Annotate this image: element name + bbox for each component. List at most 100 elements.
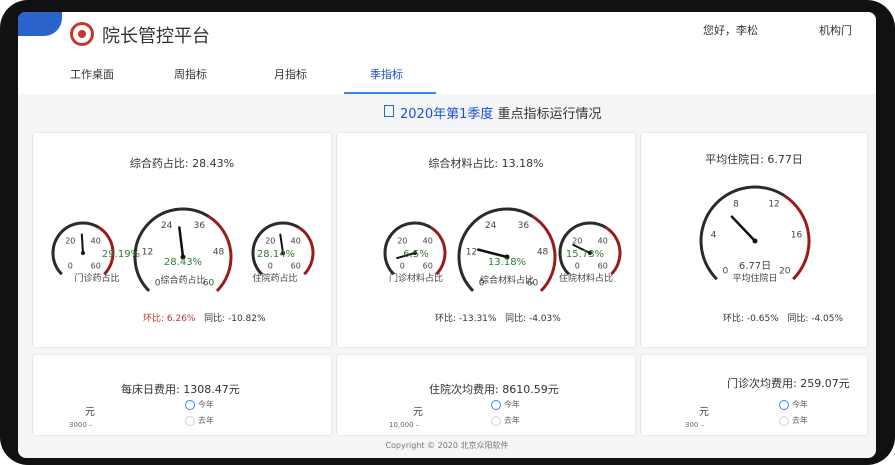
bed-day-cost-axis: 3000 – (69, 421, 93, 429)
material-ratio-card: 综合材料占比: 13.18% 0 20 40 60 0 12 24 36 48 60 0 20 40… (336, 132, 636, 348)
bed-day-legend-last[interactable]: 去年 (185, 415, 214, 426)
legend-marker-last (491, 415, 501, 426)
material-ratio-year: 同比: -4.03% (505, 314, 561, 324)
inpatient-legend-last[interactable]: 去年 (491, 415, 520, 426)
stay-value: 6.77日 (738, 261, 772, 272)
inpatient-cost-unit: 元 (413, 407, 423, 418)
stay-label: 平均住院日 (732, 274, 778, 284)
legend-label-last: 去年 (792, 416, 808, 425)
calendar-icon (384, 105, 394, 117)
gauge-tick-label: 40 (598, 236, 608, 245)
gauge-tick-label: 24 (161, 221, 173, 231)
avg-stay-card: 平均住院日: 6.77日 0 4 8 12 16 20 6.77日 平均住院日 环比: -… (640, 132, 868, 348)
drug-card-title: 综合药占比: 28.43% (129, 157, 235, 170)
section-title-period: 2020年第1季度 (400, 107, 494, 122)
gauge-tick-label: 40 (423, 236, 433, 245)
gauge-tick-label: 20 (65, 236, 75, 245)
device-frame: 院长管控平台 您好，李松 机构门 工作桌面 周指标 月指标 季指标 2020年第… (0, 0, 895, 465)
outpatient-cost-axis: 300 – (685, 421, 705, 429)
section-title: 2020年第1季度 重点指标运行情况 (400, 103, 602, 122)
outpatient-legend-last[interactable]: 去年 (779, 415, 808, 426)
gauge-hub (752, 238, 758, 244)
gauge-tick-label: 24 (485, 221, 497, 231)
drug-ratio-year: 同比: -10.82% (204, 314, 266, 324)
top-bar: 院长管控平台 您好，李松 机构门 (18, 12, 876, 55)
outpatient-legend-now[interactable]: 今年 (779, 399, 808, 410)
gauge-tick-label: 16 (791, 230, 803, 240)
drug-ratio-chain: 环比: 6.26% (143, 314, 196, 324)
gauge-tick-label: 0 (575, 262, 580, 271)
gauge-tick-label: 0 (400, 262, 405, 271)
drug-center-label: 综合药占比 (160, 276, 206, 286)
inpatient-legend-now[interactable]: 今年 (491, 399, 520, 410)
drug-ratio-card: 综合药占比: 28.43% 0 20 40 60 0 12 24 36 48 60 0 20 40 6… (32, 132, 332, 348)
app-screen: 院长管控平台 您好，李松 机构门 工作桌面 周指标 月指标 季指标 2020年第… (18, 12, 876, 458)
stay-ratio-line: 环比: -0.65% 同比: -4.05% (723, 311, 843, 324)
brand-corner (18, 12, 62, 36)
stay-ratio-year: 同比: -4.05% (787, 314, 844, 324)
gauge-tick-label: 36 (518, 221, 530, 231)
legend-label-now: 今年 (198, 400, 214, 409)
gauge-tick-label: 4 (711, 230, 717, 240)
user-greeting[interactable]: 您好，李松 (703, 22, 758, 38)
material-ratio-chain: 环比: -13.31% (435, 314, 497, 324)
legend-marker-last (779, 415, 789, 426)
bed-day-cost-title: 每床日费用: 1308.47元 (121, 383, 240, 396)
legend-marker-now (185, 399, 195, 410)
legend-marker-now (491, 399, 501, 410)
active-tab-underline (344, 92, 436, 94)
tab-month[interactable]: 月指标 (274, 66, 307, 82)
app-logo (70, 22, 94, 46)
material-center-value: 13.18% (487, 257, 527, 268)
tab-workbench[interactable]: 工作桌面 (70, 66, 114, 82)
material-card-title: 综合材料占比: 13.18% (428, 157, 544, 170)
gauge-tick-label: 20 (572, 236, 582, 245)
inpatient-cost-title: 住院次均费用: 8610.59元 (429, 383, 559, 396)
app-title: 院长管控平台 (102, 26, 210, 47)
material-center-label: 综合材料占比 (479, 276, 534, 286)
gauge-tick-label: 36 (194, 221, 206, 231)
drug-ratio-line: 环比: 6.26% 同比: -10.82% (143, 311, 266, 324)
gauge-tick-label: 20 (265, 236, 275, 245)
org-name[interactable]: 机构门 (819, 22, 852, 38)
tab-bar: 工作桌面 周指标 月指标 季指标 (18, 54, 876, 94)
gauge-tick-label: 0 (68, 262, 73, 271)
gauge-needle (178, 226, 185, 259)
stay-card-title: 平均住院日: 6.77日 (705, 153, 803, 166)
drug-right-label: 住院药占比 (252, 274, 298, 284)
gauge-tick-label: 48 (213, 247, 225, 257)
legend-label-last: 去年 (198, 416, 214, 425)
gauge-tick-label: 0 (268, 262, 273, 271)
gauge-tick-label: 8 (733, 200, 739, 210)
gauge-tick-label: 40 (291, 236, 301, 245)
outpatient-cost-title: 门诊次均费用: 259.07元 (727, 377, 850, 390)
bed-day-legend-now[interactable]: 今年 (185, 399, 214, 410)
gauge-tick-label: 60 (423, 262, 433, 271)
inpatient-cost-axis: 10,000 – (389, 421, 420, 429)
gauge-tick-label: 60 (598, 262, 608, 271)
material-left-value: 6.5% (403, 249, 429, 260)
legend-label-now: 今年 (504, 400, 520, 409)
material-right-value: 15.73% (565, 249, 605, 260)
inpatient-cost-card: 住院次均费用: 8610.59元 元 10,000 – 今年 去年 (336, 354, 636, 436)
gauge-needle (476, 248, 509, 259)
tab-week[interactable]: 周指标 (174, 66, 207, 82)
gauge-tick-label: 12 (768, 200, 779, 210)
material-right-label: 住院材料占比 (558, 274, 613, 284)
legend-label-last: 去年 (504, 416, 520, 425)
legend-marker-last (185, 415, 195, 426)
drug-center-value: 28.43% (163, 257, 203, 268)
gauge-tick-label: 40 (91, 236, 101, 245)
tab-quarter[interactable]: 季指标 (370, 66, 403, 82)
drug-right-value: 28.14% (256, 249, 296, 260)
gauge-needle (730, 215, 757, 243)
gauge-tick-label: 20 (397, 236, 407, 245)
footer-copyright: Copyright © 2020 北京众阳软件 (385, 441, 509, 450)
section-title-text: 重点指标运行情况 (497, 107, 602, 122)
stay-ratio-chain: 环比: -0.65% (723, 314, 779, 324)
material-left-label: 门诊材料占比 (388, 274, 443, 284)
outpatient-cost-card: 门诊次均费用: 259.07元 元 300 – 今年 去年 (640, 354, 868, 436)
bed-day-cost-unit: 元 (85, 407, 95, 418)
material-ratio-line: 环比: -13.31% 同比: -4.03% (435, 311, 561, 324)
gauge-tick-label: 60 (91, 262, 101, 271)
